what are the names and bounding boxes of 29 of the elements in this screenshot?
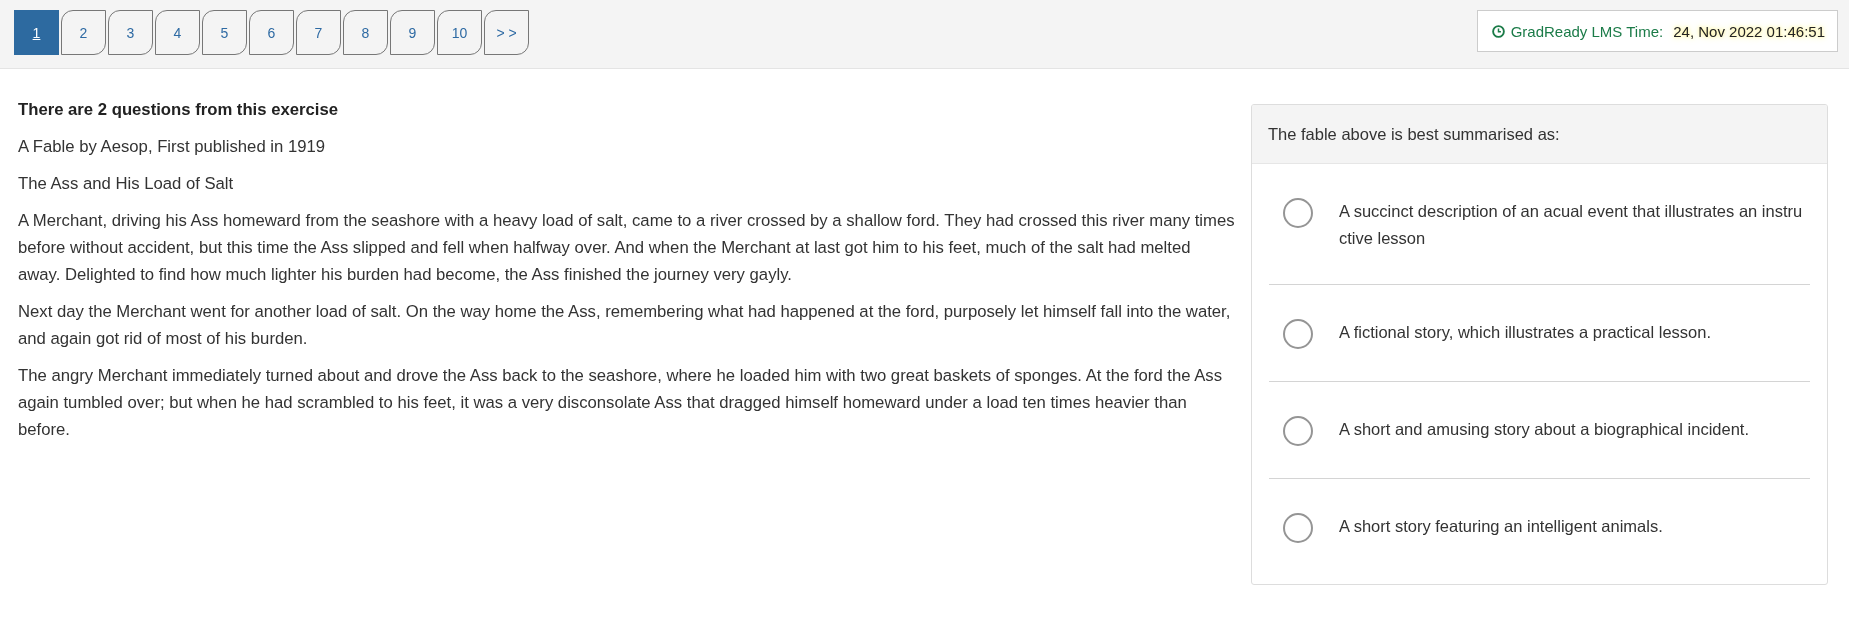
option-label: A fictional story, which illustrates a practical lesson. — [1339, 322, 1712, 343]
page-button[interactable]: 7 — [296, 10, 341, 55]
clock-label: GradReady LMS Time: — [1510, 22, 1664, 40]
page-button[interactable]: 3 — [108, 10, 153, 55]
exercise-heading: There are 2 questions from this exercise — [18, 99, 339, 121]
page-button[interactable]: 5 — [202, 10, 247, 55]
page-button[interactable]: 1 — [14, 10, 59, 55]
page-button[interactable]: 6 — [249, 10, 294, 55]
page-button[interactable]: 9 — [390, 10, 435, 55]
story-paragraph: The angry Merchant immediately turned about and drove the Ass back to the seashore, where he loaded him with two great baskets of sponges. At the ford the Ass again tumbled over; but when he had scrambled to his feet, it was a very disconsolate Ass that dragged himself homeward under a load ten times heavier than before. — [18, 365, 1224, 441]
page-button[interactable]: 8 — [343, 10, 388, 55]
page-button[interactable]: 2 — [61, 10, 106, 55]
source-line: A Fable by Aesop, First published in 1919 — [18, 136, 327, 158]
radio-button[interactable] — [1283, 319, 1313, 349]
option-label: A short story featuring an intelligent animals. — [1339, 516, 1664, 537]
radio-button[interactable] — [1283, 198, 1313, 228]
fable-title: The Ass and His Load of Salt — [18, 173, 235, 195]
question-prompt: The fable above is best summarised as: — [1268, 124, 1560, 144]
next-pages-button[interactable]: > > — [484, 10, 529, 55]
radio-button[interactable] — [1283, 416, 1313, 446]
page-button[interactable]: 4 — [155, 10, 200, 55]
clock-value: 24, Nov 2022 01:46:51 — [1673, 22, 1825, 40]
radio-button[interactable] — [1283, 513, 1313, 543]
clock-icon — [1491, 24, 1505, 38]
option-label: A short and amusing story about a biographical incident. — [1339, 419, 1750, 440]
story-paragraph: Next day the Merchant went for another load of salt. On the way home the Ass, remembering what had happened at the ford, purposely let himself fall into the water, and again got rid of most of his burden. — [18, 301, 1232, 350]
story-paragraph: A Merchant, driving his Ass homeward from the seashore with a heavy load of salt, came to a river crossed by a shallow ford. They had crossed this river many times before without accident, but this time the Ass slipped and fell when halfway over. And when the Merchant at last got him to his feet, much of the salt had melted away. Delighted to find how much lighter his burden had become, the Ass finished the journey very gayly. — [18, 210, 1236, 286]
option-label: A succinct description of an acual event that illustrates an instructive lesson — [1339, 201, 1804, 249]
page-button[interactable]: 10 — [437, 10, 482, 55]
